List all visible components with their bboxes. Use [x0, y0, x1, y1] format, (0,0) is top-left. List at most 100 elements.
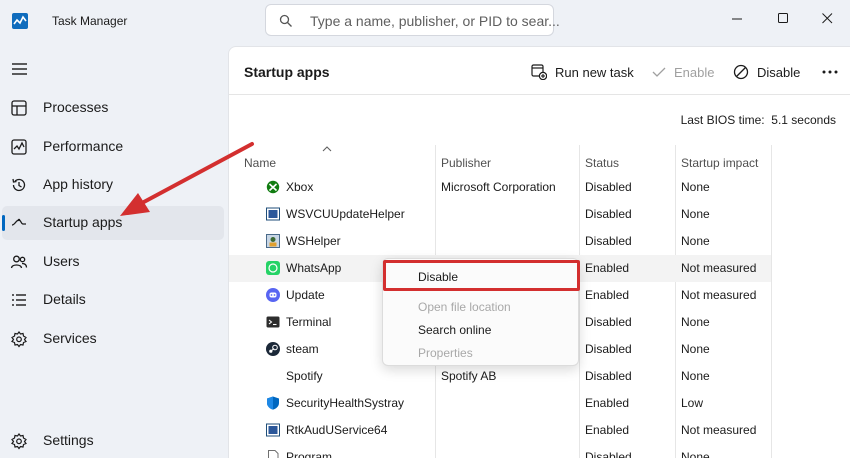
sidebar-item-app-history[interactable]: App history [2, 168, 224, 202]
column-header-publisher[interactable]: Publisher [441, 156, 491, 170]
table-row[interactable]: Spotify Spotify AB Disabled None [229, 363, 771, 390]
cell-name: RtkAudUService64 [286, 423, 388, 437]
table-row[interactable]: WSHelper Disabled None [229, 228, 771, 255]
cell-name: Update [286, 288, 325, 302]
column-divider[interactable] [771, 145, 772, 458]
sidebar-item-label: Performance [43, 138, 124, 154]
cell-name: steam [286, 342, 319, 356]
cell-status: Disabled [585, 450, 632, 458]
file-icon [268, 450, 279, 458]
app-window-icon [266, 207, 280, 221]
cell-publisher: Microsoft Corporation [441, 180, 556, 194]
more-options-icon[interactable] [819, 61, 841, 83]
shield-icon [267, 396, 279, 410]
cell-status: Enabled [585, 396, 630, 410]
disable-button[interactable]: Disable [733, 61, 800, 83]
column-header-status[interactable]: Status [585, 156, 619, 170]
sidebar-item-label: Processes [43, 99, 109, 115]
context-menu-open-file-location[interactable]: Open file location [418, 300, 511, 314]
enable-label: Enable [674, 64, 715, 80]
minimize-icon [731, 18, 742, 19]
terminal-icon [266, 316, 280, 328]
details-icon [12, 294, 26, 306]
cell-name: Terminal [286, 315, 332, 329]
search-input[interactable]: Type a name, publisher, or PID to sear..… [265, 4, 560, 36]
table-row[interactable]: Xbox Microsoft Corporation Disabled None [229, 174, 771, 201]
table-row[interactable]: WSVCUUpdateHelper Disabled None [229, 201, 771, 228]
context-menu-properties[interactable]: Properties [418, 346, 473, 360]
minimize-button[interactable] [714, 2, 760, 34]
app-title: Task Manager [52, 14, 128, 28]
performance-icon [11, 139, 27, 155]
history-icon [12, 178, 26, 192]
sidebar-item-services[interactable]: Services [2, 322, 224, 356]
cell-impact: None [681, 234, 710, 248]
maximize-icon [777, 12, 788, 23]
cell-name: Xbox [286, 180, 314, 194]
sidebar-item-label: App history [43, 176, 114, 192]
settings-label: Settings [43, 432, 94, 448]
context-menu-disable[interactable]: Disable [418, 270, 458, 284]
users-icon [10, 255, 28, 269]
context-menu: Disable Open file location Search online… [382, 258, 580, 366]
enable-button[interactable]: Enable [652, 61, 714, 83]
bios-label: Last BIOS time: [680, 113, 765, 127]
search-placeholder: Type a name, publisher, or PID to sear..… [310, 13, 560, 29]
cell-status: Disabled [585, 180, 632, 194]
sidebar-item-startup-apps[interactable]: Startup apps [2, 206, 224, 240]
cell-impact: None [681, 207, 710, 221]
cell-name: Spotify [286, 369, 323, 383]
app-window-icon [266, 423, 280, 437]
cell-status: Enabled [585, 288, 630, 302]
cell-impact: Not measured [681, 288, 757, 302]
discord-icon [266, 288, 280, 302]
table-row[interactable]: RtkAudUService64 Enabled Not measured [229, 417, 771, 444]
run-new-task-label: Run new task [555, 64, 634, 80]
cell-impact: None [681, 369, 710, 383]
page-title: Startup apps [244, 64, 330, 80]
sidebar-item-label: Users [43, 253, 80, 269]
cell-status: Disabled [585, 315, 632, 329]
xbox-icon [266, 180, 280, 194]
bios-value: 5.1 seconds [771, 113, 836, 127]
cell-impact: None [681, 342, 710, 356]
close-icon [821, 12, 832, 23]
cell-impact: None [681, 180, 710, 194]
services-icon [11, 331, 27, 348]
cell-status: Disabled [585, 369, 632, 383]
whatsapp-icon [266, 261, 280, 275]
cell-name: WhatsApp [286, 261, 342, 275]
cell-status: Disabled [585, 207, 632, 221]
cell-publisher: Spotify AB [441, 369, 497, 383]
sidebar-item-details[interactable]: Details [2, 283, 224, 317]
wshelper-icon [266, 234, 280, 248]
table-row[interactable]: SecurityHealthSystray Enabled Low [229, 390, 771, 417]
run-task-icon [531, 64, 547, 80]
cell-status: Enabled [585, 423, 630, 437]
sidebar-item-performance[interactable]: Performance [2, 130, 224, 164]
processes-icon [11, 100, 27, 116]
column-header-name[interactable]: Name [244, 156, 276, 170]
disable-label: Disable [757, 64, 801, 80]
steam-icon [266, 342, 280, 356]
bios-time: Last BIOS time: 5.1 seconds [681, 113, 836, 127]
title-bar: Task Manager Type a name, publisher, or … [0, 0, 850, 44]
context-menu-search-online[interactable]: Search online [418, 323, 491, 337]
run-new-task-button[interactable]: Run new task [531, 61, 634, 83]
sidebar-item-settings[interactable]: Settings [2, 424, 224, 458]
sidebar-item-processes[interactable]: Processes [2, 91, 224, 125]
maximize-button[interactable] [760, 2, 806, 34]
gear-icon [11, 433, 27, 450]
column-header-startup-impact[interactable]: Startup impact [681, 156, 758, 170]
checkmark-icon [652, 67, 666, 77]
sidebar-item-label: Startup apps [43, 214, 123, 230]
sidebar-item-users[interactable]: Users [2, 245, 224, 279]
task-manager-icon [12, 13, 28, 29]
hamburger-menu-icon[interactable] [10, 60, 30, 78]
search-icon [279, 14, 292, 27]
sort-ascending-icon [322, 146, 332, 152]
table-row[interactable]: Program Disabled None [229, 444, 771, 458]
cell-impact: None [681, 450, 710, 458]
cell-status: Disabled [585, 342, 632, 356]
close-button[interactable] [804, 2, 850, 34]
